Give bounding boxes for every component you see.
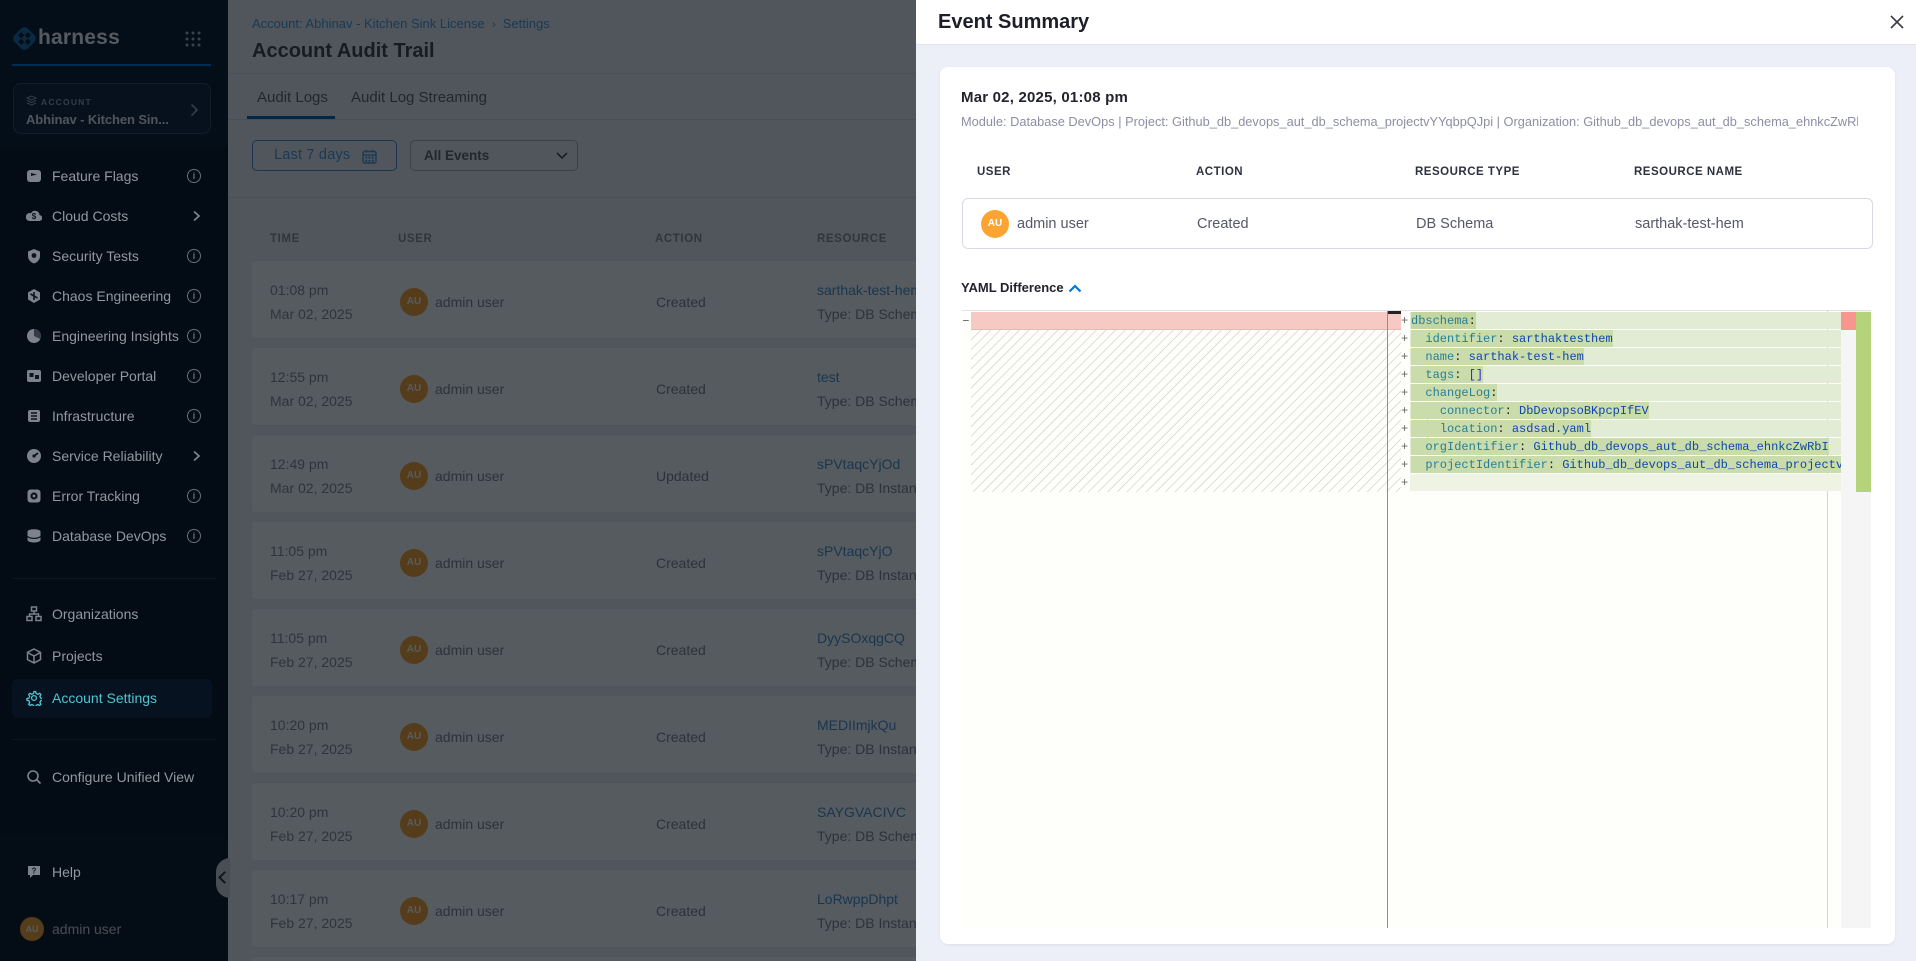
svg-text:?: ? <box>32 867 37 876</box>
svg-text:$: $ <box>32 212 37 221</box>
